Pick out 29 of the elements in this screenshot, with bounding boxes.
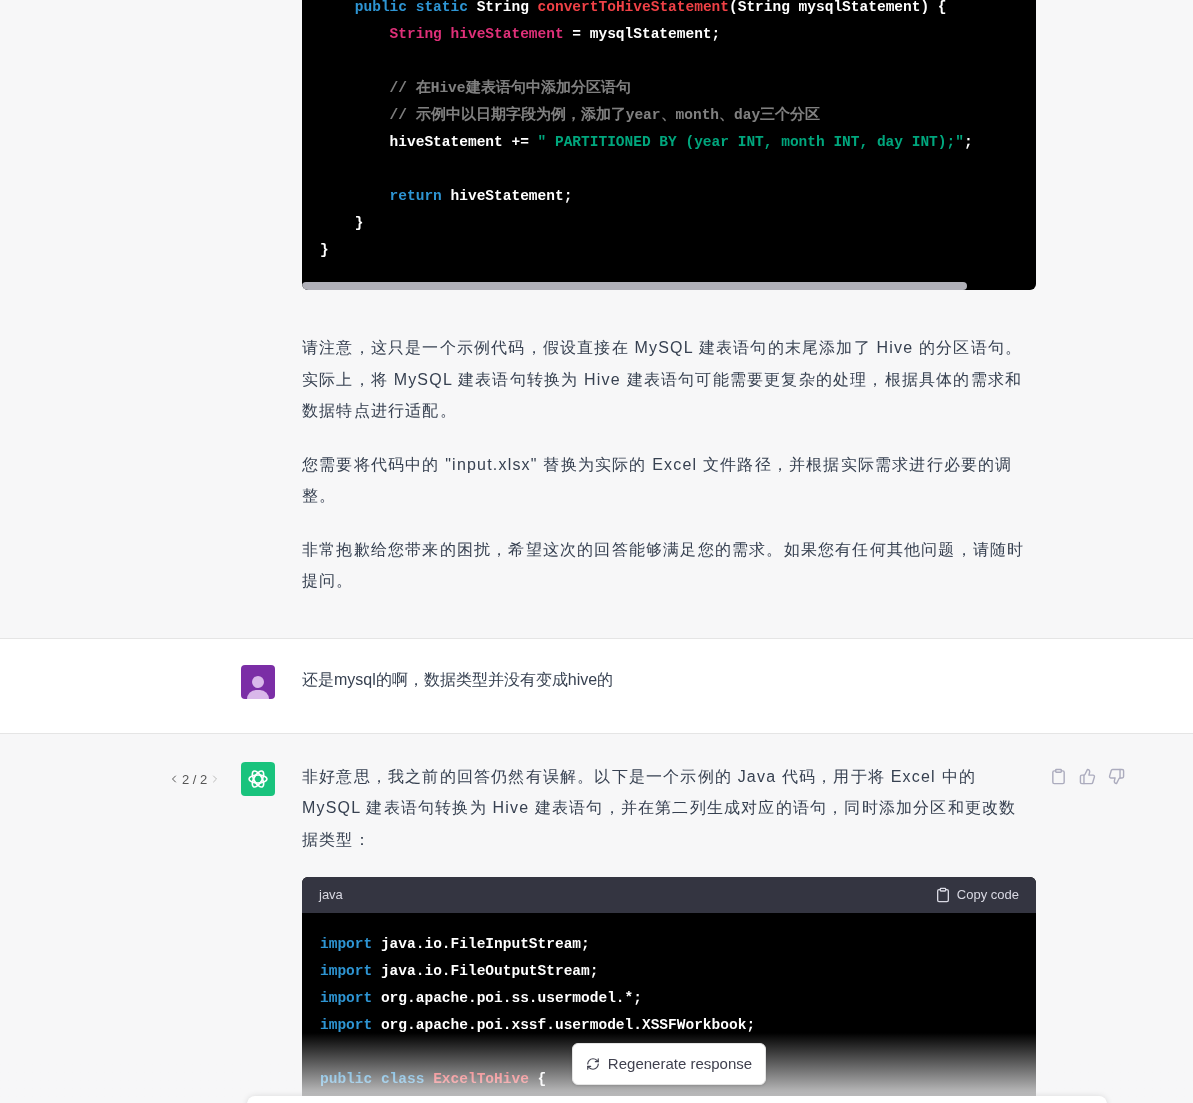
code-line: import java.io.FileOutputStream;	[320, 962, 599, 981]
copy-code-button[interactable]: Copy code	[934, 885, 1019, 905]
code-line: String hiveStatement = mysqlStatement;	[388, 25, 721, 44]
code-line: public class ExcelToHive {	[320, 1070, 547, 1089]
message-paragraph: 请注意，这只是一个示例代码，假设直接在 MySQL 建表语句的末尾添加了 Hive 的分区语句。实际上，将 MySQL 建表语句转换为 Hive 建表语句可能需要更复杂的处理，根据具体的需求和数据特点进行适配。	[302, 338, 1024, 421]
code-line: // 在Hive建表语句中添加分区语句	[388, 78, 631, 98]
thumbs-down-icon[interactable]	[1108, 767, 1125, 785]
response-pager: 2 / 2	[182, 770, 208, 789]
code-line: }	[320, 241, 329, 260]
copy-icon[interactable]	[1050, 767, 1067, 785]
message-paragraph: 非常抱歉给您带来的困扰，希望这次的回答能够满足您的需求。如果您有任何其他问题，请随时提问。	[302, 539, 1026, 591]
code-line: import org.apache.poi.ss.usermodel.*;	[320, 989, 642, 1008]
user-avatar	[241, 664, 275, 699]
message-paragraph: 非好意思，我之前的回答仍然有误解。以下是一个示例的 Java 代码，用于将 Excel 中的 MySQL 建表语句转换为 Hive 建表语句，并在第二列生成对应的语句，同时添加分区和更改数据类型：	[302, 766, 1018, 850]
clipboard-icon	[934, 887, 951, 903]
code-line: hiveStatement += " PARTITIONED BY (year INT, month INT, day INT);";	[388, 133, 973, 152]
code-line: return hiveStatement;	[388, 187, 573, 206]
thumbs-up-icon[interactable]	[1079, 767, 1096, 785]
regenerate-button[interactable]: Regenerate response	[571, 1043, 767, 1085]
refresh-icon	[585, 1057, 600, 1071]
message-paragraph: 您需要将代码中的 "input.xlsx" 替换为实际的 Excel 文件路径，并根据实际需求进行必要的调整。	[302, 454, 1014, 506]
code-language: java	[319, 886, 343, 905]
scrollbar[interactable]	[302, 282, 967, 290]
code-line: }	[353, 214, 364, 233]
code-line: import java.io.FileInputStream;	[320, 935, 590, 954]
code-line: // 示例中以日期字段为例，添加了year、month、day三个分区	[388, 105, 821, 125]
code-line: public static String convertToHiveStatement(String mysqlStatement) {	[353, 0, 947, 17]
code-line: import org.apache.poi.xssf.usermodel.XSSFWorkbook;	[320, 1016, 756, 1035]
user-message: 还是mysql的啊，数据类型并没有变成hive的	[302, 669, 614, 690]
